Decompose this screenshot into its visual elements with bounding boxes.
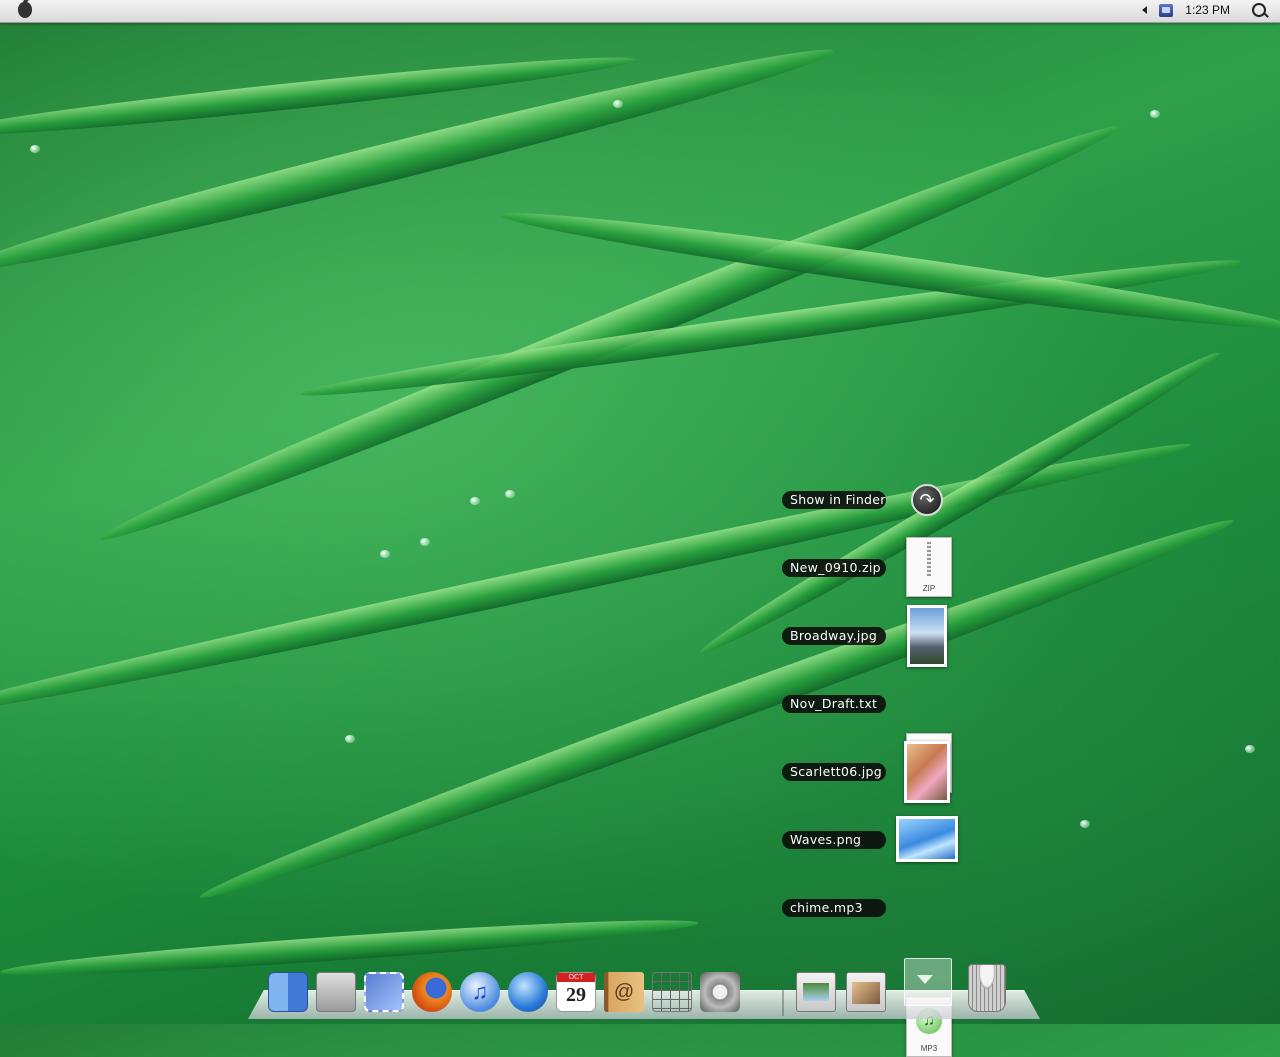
menu-extras: 1:23 PM <box>1142 3 1266 17</box>
finder-icon[interactable] <box>268 972 308 1012</box>
stack-item-label[interactable]: Broadway.jpg <box>782 627 886 645</box>
system-preferences-icon[interactable] <box>700 972 740 1012</box>
image-thumbnail-icon[interactable] <box>907 605 947 667</box>
water-drop <box>380 550 390 558</box>
stack-item-label[interactable]: chime.mp3 <box>782 899 886 917</box>
water-drop <box>1150 110 1160 118</box>
water-drop <box>1080 820 1090 828</box>
ical-month: OCT <box>557 973 595 982</box>
stack-item-label[interactable]: Scarlett06.jpg <box>782 763 886 781</box>
calculator-icon[interactable] <box>652 972 692 1012</box>
trash-icon[interactable] <box>968 964 1006 1012</box>
water-drop <box>613 100 623 108</box>
minimized-window-icon[interactable] <box>846 972 886 1012</box>
zipper-graphic <box>927 542 931 576</box>
file-type-tag: ZIP <box>922 584 936 593</box>
safari-icon[interactable] <box>508 972 548 1012</box>
water-drop <box>470 497 480 505</box>
water-drop <box>1245 745 1255 753</box>
image-thumbnail-icon[interactable] <box>896 816 958 862</box>
desktop-wallpaper <box>0 0 1280 1024</box>
grass-blade <box>194 504 1240 913</box>
dock-separator <box>782 990 784 1016</box>
zip-file-icon[interactable]: ZIP <box>906 537 952 597</box>
apple-icon <box>18 2 32 18</box>
network-icon[interactable] <box>1159 3 1174 17</box>
address-book-icon[interactable]: @ <box>604 972 644 1012</box>
image-thumbnail-icon[interactable] <box>904 741 950 803</box>
hard-disk-icon[interactable] <box>316 972 356 1012</box>
menu-bar: 1:23 PM <box>0 0 1280 23</box>
show-in-finder-icon[interactable]: ↷ <box>911 484 943 516</box>
water-drop <box>30 145 40 153</box>
itunes-icon[interactable]: ♫ <box>460 972 500 1012</box>
stack-item-label[interactable]: New_0910.zip <box>782 559 886 577</box>
downloads-stack-icon[interactable] <box>904 958 952 1006</box>
firefox-icon[interactable] <box>412 972 452 1012</box>
ical-icon[interactable]: OCT 29 <box>556 972 596 1012</box>
apple-menu[interactable] <box>18 2 32 18</box>
ical-day: 29 <box>566 984 586 1006</box>
volume-arrow-icon[interactable] <box>1142 6 1148 14</box>
file-type-tag: MP3 <box>920 1044 938 1053</box>
spotlight-icon[interactable] <box>1252 3 1266 17</box>
show-in-finder-label[interactable]: Show in Finder <box>782 491 886 509</box>
water-drop <box>345 735 355 743</box>
mail-icon[interactable] <box>364 972 404 1012</box>
stack-item-label[interactable]: Waves.png <box>782 831 886 849</box>
water-drop <box>505 490 515 498</box>
menubar-clock[interactable]: 1:23 PM <box>1185 3 1230 17</box>
minimized-window-icon[interactable] <box>796 972 836 1012</box>
stack-item-label[interactable]: Nov_Draft.txt <box>782 695 886 713</box>
water-drop <box>420 538 430 546</box>
